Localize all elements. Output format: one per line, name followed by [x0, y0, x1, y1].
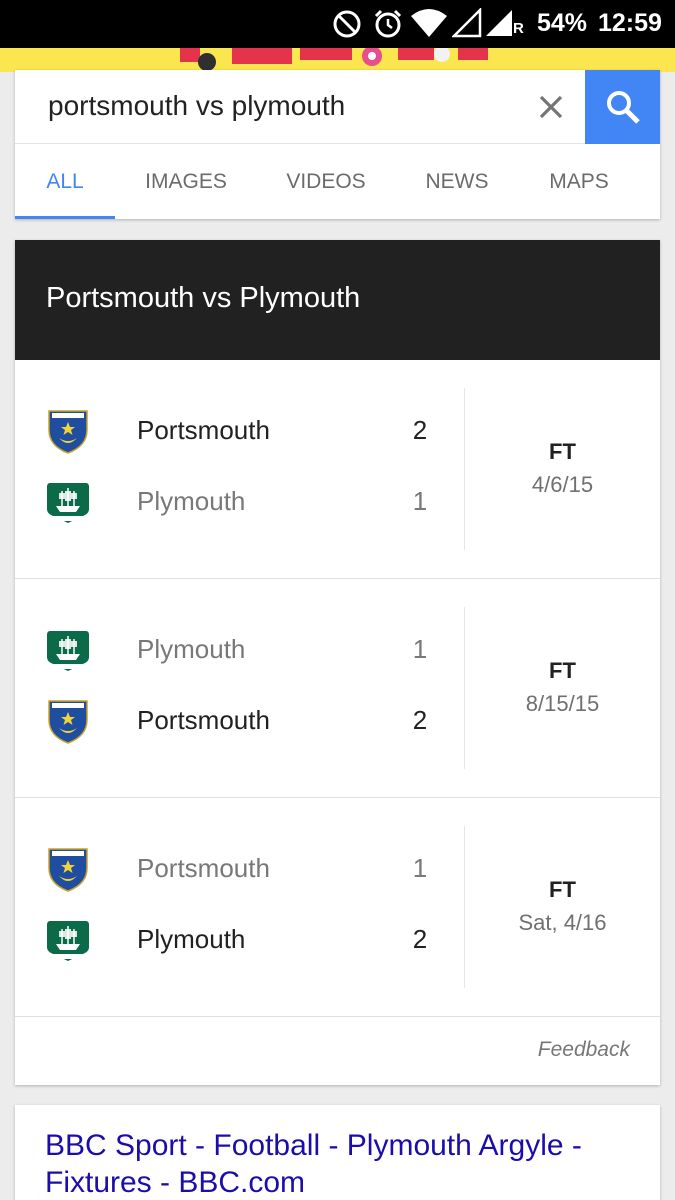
- tab-videos[interactable]: VIDEOS: [273, 145, 379, 219]
- match-date: Sat, 4/16: [518, 910, 607, 935]
- team-name: Plymouth: [137, 486, 246, 516]
- close-icon: [539, 95, 563, 119]
- match-row[interactable]: Portsmouth 2 Plymouth 1 FT 4/6/15: [15, 360, 660, 579]
- card-header: Portsmouth vs Plymouth: [15, 240, 660, 360]
- doodle-art: [180, 48, 488, 71]
- signal-icon: [486, 10, 512, 36]
- portsmouth-crest-icon: [45, 408, 91, 454]
- plymouth-crest-icon: [45, 917, 91, 963]
- portsmouth-crest-icon: [45, 846, 91, 892]
- team-row: Portsmouth 2: [15, 406, 465, 456]
- plymouth-crest-icon: [45, 479, 91, 525]
- divider: [464, 607, 465, 769]
- team-row: Portsmouth 2: [15, 696, 465, 746]
- search-icon: [606, 91, 640, 124]
- match-date: 8/15/15: [525, 691, 600, 716]
- search-button[interactable]: [585, 70, 660, 144]
- card-title: Portsmouth vs Plymouth: [46, 282, 361, 314]
- clock: 12:59: [598, 9, 662, 37]
- doodle-banner[interactable]: [0, 48, 675, 72]
- team-score: 2: [412, 415, 428, 445]
- team-score: 1: [412, 486, 428, 516]
- plymouth-crest-icon: [45, 627, 91, 673]
- team-score: 1: [412, 853, 428, 883]
- divider: [464, 388, 465, 550]
- team-score: 1: [412, 634, 428, 664]
- search-input[interactable]: portsmouth vs plymouth: [48, 90, 345, 122]
- team-score: 2: [412, 924, 428, 954]
- network-type-label: R: [513, 20, 524, 37]
- tab-images[interactable]: IMAGES: [130, 145, 242, 219]
- search-box: portsmouth vs plymouth ALL IMAGES VIDEOS…: [15, 70, 660, 219]
- feedback-link[interactable]: Feedback: [538, 1038, 630, 1062]
- clear-search-button[interactable]: [533, 89, 569, 125]
- team-name: Plymouth: [137, 634, 246, 664]
- match-status: FT: [549, 658, 576, 683]
- search-row: portsmouth vs plymouth: [15, 70, 660, 144]
- team-score: 2: [412, 705, 428, 735]
- team-row: Plymouth 1: [15, 477, 465, 527]
- match-row[interactable]: Portsmouth 1 Plymouth 2 FT Sat, 4/16: [15, 798, 660, 1017]
- team-name: Portsmouth: [137, 705, 270, 735]
- do-not-disturb-icon: [333, 10, 361, 38]
- battery-level: 54%: [537, 9, 588, 37]
- search-tabs: ALL IMAGES VIDEOS NEWS MAPS: [15, 145, 660, 219]
- wifi-icon: [411, 9, 447, 37]
- tab-news[interactable]: NEWS: [409, 145, 505, 219]
- divider: [464, 826, 465, 988]
- tab-all[interactable]: ALL: [15, 145, 115, 219]
- result-title-link[interactable]: BBC Sport - Football - Plymouth Argyle -…: [45, 1127, 615, 1200]
- match-date: 4/6/15: [531, 472, 594, 497]
- signal-icon: [452, 8, 482, 38]
- team-row: Plymouth 2: [15, 915, 465, 965]
- team-row: Plymouth 1: [15, 625, 465, 675]
- match-status: FT: [549, 877, 576, 902]
- tab-maps[interactable]: MAPS: [535, 145, 623, 219]
- search-result: BBC Sport - Football - Plymouth Argyle -…: [15, 1105, 660, 1200]
- team-name: Portsmouth: [137, 853, 270, 883]
- team-name: Plymouth: [137, 924, 246, 954]
- alarm-icon: [374, 9, 402, 38]
- match-status: FT: [549, 439, 576, 464]
- match-results-card: Portsmouth vs Plymouth Portsmouth 2 Plym…: [15, 240, 660, 1085]
- portsmouth-crest-icon: [45, 698, 91, 744]
- team-name: Portsmouth: [137, 415, 270, 445]
- team-row: Portsmouth 1: [15, 844, 465, 894]
- status-bar: R 54% 12:59: [0, 0, 675, 48]
- match-row[interactable]: Plymouth 1 Portsmouth 2 FT 8/15/15: [15, 579, 660, 798]
